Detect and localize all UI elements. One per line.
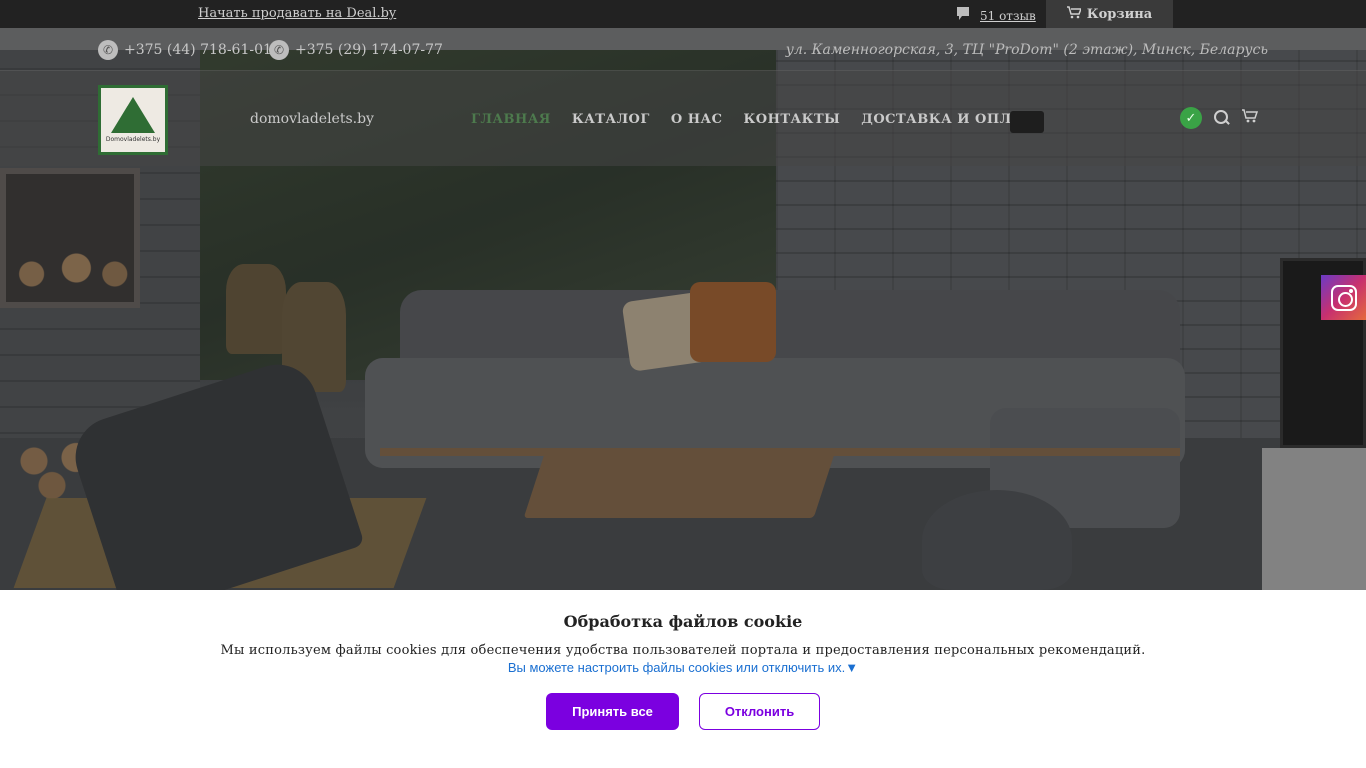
accept-all-button[interactable]: Принять все <box>546 693 679 730</box>
cookie-settings-link[interactable]: Вы можете настроить файлы cookies или от… <box>0 660 1366 675</box>
nav-item-home[interactable]: ГЛАВНАЯ <box>471 112 551 127</box>
header: Domovladelets.by domovladelets.by ГЛАВНА… <box>0 70 1366 166</box>
start-selling-link[interactable]: Начать продавать на Deal.by <box>198 6 396 21</box>
check-icon[interactable]: ✓ <box>1180 107 1202 129</box>
cart-icon[interactable] <box>1242 109 1259 127</box>
site-name[interactable]: domovladelets.by <box>250 111 374 127</box>
cookie-text: Мы используем файлы cookies для обеспече… <box>220 643 1146 658</box>
cart-button[interactable]: Корзина <box>1046 0 1173 28</box>
phone-icon: ✆ <box>269 40 289 60</box>
address: ул. Каменногорская, 3, ТЦ "ProDom" (2 эт… <box>785 42 1268 58</box>
cookie-banner: Обработка файлов cookie Мы используем фа… <box>0 590 1366 768</box>
reviews-label[interactable]: 51 отзыв <box>980 9 1036 23</box>
phone-1-number[interactable]: +375 (44) 718-61-01 <box>124 42 272 58</box>
nav-item-contacts[interactable]: КОНТАКТЫ <box>743 112 840 127</box>
search-icon[interactable] <box>1214 110 1230 126</box>
decline-button[interactable]: Отклонить <box>699 693 820 730</box>
nav-item-catalog[interactable]: КАТАЛОГ <box>572 112 650 127</box>
hero-speaker <box>1010 111 1044 133</box>
phone-2[interactable]: ✆ +375 (29) 174-07-77 <box>269 40 443 60</box>
chat-bubble-icon <box>956 6 970 25</box>
top-bar: Начать продавать на Deal.by 51 отзыв Кор… <box>0 0 1366 28</box>
logo[interactable]: Domovladelets.by <box>98 85 168 155</box>
cookie-buttons: Принять все Отклонить <box>0 693 1366 730</box>
cart-icon <box>1066 5 1082 23</box>
main-nav: ГЛАВНАЯ КАТАЛОГ О НАС КОНТАКТЫ ДОСТАВКА … <box>471 112 1044 127</box>
cookie-title: Обработка файлов cookie <box>563 612 803 631</box>
header-icons: ✓ <box>1180 107 1259 129</box>
phone-1[interactable]: ✆ +375 (44) 718-61-01 <box>98 40 272 60</box>
tree-icon <box>111 97 155 133</box>
nav-item-about[interactable]: О НАС <box>671 112 723 127</box>
instagram-icon[interactable] <box>1321 275 1366 320</box>
logo-text: Domovladelets.by <box>105 136 161 143</box>
phone-icon: ✆ <box>98 40 118 60</box>
reviews-link[interactable]: 51 отзыв <box>956 6 1036 25</box>
cart-label: Корзина <box>1086 6 1153 22</box>
phone-2-number[interactable]: +375 (29) 174-07-77 <box>295 42 443 58</box>
